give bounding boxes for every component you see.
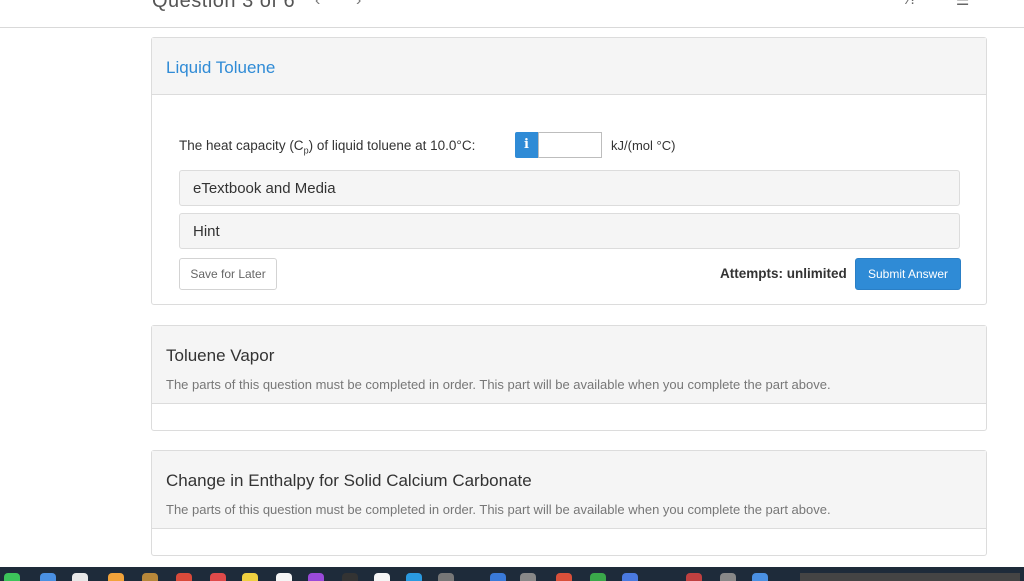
part-title: Toluene Vapor [166,346,275,365]
hint-accordion[interactable]: Hint [179,213,960,249]
part-header: Liquid Toluene [152,38,986,95]
part-liquid-toluene-panel: Liquid Toluene The heat capacity (Cp) of… [151,37,987,305]
dock-right-area [800,573,1020,581]
part-header: Change in Enthalpy for Solid Calcium Car… [152,451,986,529]
app-icon[interactable] [342,573,358,581]
app-icon[interactable] [72,573,88,581]
answer-unit: kJ/(mol °C) [611,138,676,153]
app-icon[interactable] [752,573,768,581]
app-icon[interactable] [720,573,736,581]
previous-question-icon[interactable]: ‹ [315,0,320,10]
question-row: The heat capacity (Cp) of liquid toluene… [179,131,779,161]
part-header: Toluene Vapor The parts of this question… [152,326,986,404]
etextbook-media-accordion[interactable]: eTextbook and Media [179,170,960,206]
app-icon[interactable] [210,573,226,581]
info-icon[interactable]: i [515,132,538,158]
app-icon[interactable] [490,573,506,581]
app-icon[interactable] [276,573,292,581]
question-navigation-bar: Question 3 of 6 ‹ › ⁄⁞ ☰ [0,0,1024,28]
app-icon[interactable] [438,573,454,581]
dock [0,567,1024,581]
accordion-label: Hint [193,223,220,240]
app-icon[interactable] [108,573,124,581]
accordion-label: eTextbook and Media [193,180,336,197]
question-counter: Question 3 of 6 [152,0,296,12]
question-text: The heat capacity (Cp) of liquid toluene… [179,138,476,156]
app-icon[interactable] [406,573,422,581]
app-icon[interactable] [374,573,390,581]
app-icon[interactable] [308,573,324,581]
app-icon[interactable] [176,573,192,581]
app-icon[interactable] [556,573,572,581]
save-for-later-button[interactable]: Save for Later [179,258,277,290]
messages-icon[interactable] [4,573,20,581]
settings-icon[interactable]: ⁄⁞ [908,0,915,8]
app-icon[interactable] [622,573,638,581]
part-title: Change in Enthalpy for Solid Calcium Car… [166,471,532,490]
app-icon[interactable] [242,573,258,581]
answer-input[interactable] [538,132,602,158]
list-icon[interactable]: ☰ [956,0,969,9]
app-icon[interactable] [590,573,606,581]
part-toluene-vapor-panel: Toluene Vapor The parts of this question… [151,325,987,431]
part-calcium-carbonate-panel: Change in Enthalpy for Solid Calcium Car… [151,450,987,556]
locked-message: The parts of this question must be compl… [166,377,831,392]
app-icon[interactable] [40,573,56,581]
next-question-icon[interactable]: › [356,0,361,10]
submit-answer-button[interactable]: Submit Answer [855,258,961,290]
app-icon[interactable] [520,573,536,581]
locked-message: The parts of this question must be compl… [166,502,831,517]
attempts-status: Attempts: unlimited [720,266,847,281]
part-title[interactable]: Liquid Toluene [166,58,275,78]
app-icon[interactable] [142,573,158,581]
app-icon[interactable] [686,573,702,581]
